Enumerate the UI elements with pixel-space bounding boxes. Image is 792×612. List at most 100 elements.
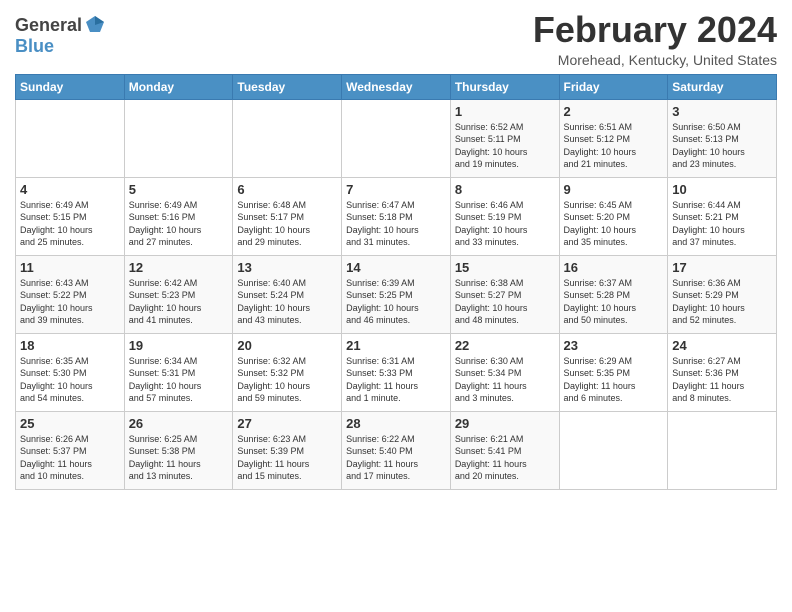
day-cell xyxy=(124,99,233,177)
day-info: Sunrise: 6:34 AM Sunset: 5:31 PM Dayligh… xyxy=(129,355,229,405)
day-cell: 9 Sunrise: 6:45 AM Sunset: 5:20 PM Daylig… xyxy=(559,177,668,255)
day-info: Sunrise: 6:36 AM Sunset: 5:29 PM Dayligh… xyxy=(672,277,772,327)
day-info: Sunrise: 6:49 AM Sunset: 5:16 PM Dayligh… xyxy=(129,199,229,249)
day-number: 5 xyxy=(129,182,229,197)
day-cell xyxy=(668,411,777,489)
logo: General Blue xyxy=(15,14,106,57)
day-info: Sunrise: 6:49 AM Sunset: 5:15 PM Dayligh… xyxy=(20,199,120,249)
day-cell: 19 Sunrise: 6:34 AM Sunset: 5:31 PM Dayli… xyxy=(124,333,233,411)
day-cell: 26 Sunrise: 6:25 AM Sunset: 5:38 PM Dayli… xyxy=(124,411,233,489)
logo-general: General xyxy=(15,15,82,36)
day-cell: 12 Sunrise: 6:42 AM Sunset: 5:23 PM Dayli… xyxy=(124,255,233,333)
calendar-header: SundayMondayTuesdayWednesdayThursdayFrid… xyxy=(16,74,777,99)
day-cell: 3Sunrise: 6:50 AM Sunset: 5:13 PM Daylig… xyxy=(668,99,777,177)
day-number: 7 xyxy=(346,182,446,197)
day-info: Sunrise: 6:39 AM Sunset: 5:25 PM Dayligh… xyxy=(346,277,446,327)
day-number: 10 xyxy=(672,182,772,197)
day-number: 6 xyxy=(237,182,337,197)
day-cell xyxy=(16,99,125,177)
day-cell xyxy=(233,99,342,177)
day-info: Sunrise: 6:27 AM Sunset: 5:36 PM Dayligh… xyxy=(672,355,772,405)
week-row-5: 25 Sunrise: 6:26 AM Sunset: 5:37 PM Dayli… xyxy=(16,411,777,489)
day-info: Sunrise: 6:45 AM Sunset: 5:20 PM Dayligh… xyxy=(564,199,664,249)
day-info: Sunrise: 6:35 AM Sunset: 5:30 PM Dayligh… xyxy=(20,355,120,405)
header-cell-sunday: Sunday xyxy=(16,74,125,99)
day-number: 18 xyxy=(20,338,120,353)
day-number: 21 xyxy=(346,338,446,353)
week-row-2: 4 Sunrise: 6:49 AM Sunset: 5:15 PM Daylig… xyxy=(16,177,777,255)
month-title: February 2024 xyxy=(533,10,777,50)
day-cell: 11Sunrise: 6:43 AM Sunset: 5:22 PM Dayli… xyxy=(16,255,125,333)
day-info: Sunrise: 6:21 AM Sunset: 5:41 PM Dayligh… xyxy=(455,433,555,483)
day-cell: 14 Sunrise: 6:39 AM Sunset: 5:25 PM Dayli… xyxy=(342,255,451,333)
day-number: 24 xyxy=(672,338,772,353)
day-cell: 21 Sunrise: 6:31 AM Sunset: 5:33 PM Dayli… xyxy=(342,333,451,411)
header-cell-monday: Monday xyxy=(124,74,233,99)
day-cell: 2 Sunrise: 6:51 AM Sunset: 5:12 PM Daylig… xyxy=(559,99,668,177)
day-number: 8 xyxy=(455,182,555,197)
day-cell: 1Sunrise: 6:52 AM Sunset: 5:11 PM Daylig… xyxy=(450,99,559,177)
header-cell-saturday: Saturday xyxy=(668,74,777,99)
title-block: February 2024 Morehead, Kentucky, United… xyxy=(533,10,777,68)
main-container: General Blue February 2024 Morehead, Ken… xyxy=(0,0,792,495)
day-number: 15 xyxy=(455,260,555,275)
day-cell: 8Sunrise: 6:46 AM Sunset: 5:19 PM Daylig… xyxy=(450,177,559,255)
week-row-3: 11Sunrise: 6:43 AM Sunset: 5:22 PM Dayli… xyxy=(16,255,777,333)
day-info: Sunrise: 6:44 AM Sunset: 5:21 PM Dayligh… xyxy=(672,199,772,249)
day-cell: 4 Sunrise: 6:49 AM Sunset: 5:15 PM Daylig… xyxy=(16,177,125,255)
day-info: Sunrise: 6:43 AM Sunset: 5:22 PM Dayligh… xyxy=(20,277,120,327)
day-number: 4 xyxy=(20,182,120,197)
day-info: Sunrise: 6:52 AM Sunset: 5:11 PM Dayligh… xyxy=(455,121,555,171)
day-number: 20 xyxy=(237,338,337,353)
day-info: Sunrise: 6:51 AM Sunset: 5:12 PM Dayligh… xyxy=(564,121,664,171)
day-cell: 10 Sunrise: 6:44 AM Sunset: 5:21 PM Dayli… xyxy=(668,177,777,255)
header-cell-wednesday: Wednesday xyxy=(342,74,451,99)
day-number: 19 xyxy=(129,338,229,353)
header-cell-thursday: Thursday xyxy=(450,74,559,99)
header: General Blue February 2024 Morehead, Ken… xyxy=(15,10,777,68)
day-number: 25 xyxy=(20,416,120,431)
day-number: 16 xyxy=(564,260,664,275)
day-info: Sunrise: 6:30 AM Sunset: 5:34 PM Dayligh… xyxy=(455,355,555,405)
logo-blue: Blue xyxy=(15,36,54,57)
day-cell: 18 Sunrise: 6:35 AM Sunset: 5:30 PM Dayli… xyxy=(16,333,125,411)
header-cell-tuesday: Tuesday xyxy=(233,74,342,99)
day-cell: 20Sunrise: 6:32 AM Sunset: 5:32 PM Dayli… xyxy=(233,333,342,411)
day-info: Sunrise: 6:25 AM Sunset: 5:38 PM Dayligh… xyxy=(129,433,229,483)
day-number: 26 xyxy=(129,416,229,431)
day-cell xyxy=(559,411,668,489)
day-number: 9 xyxy=(564,182,664,197)
week-row-1: 1Sunrise: 6:52 AM Sunset: 5:11 PM Daylig… xyxy=(16,99,777,177)
day-cell: 23Sunrise: 6:29 AM Sunset: 5:35 PM Dayli… xyxy=(559,333,668,411)
day-info: Sunrise: 6:38 AM Sunset: 5:27 PM Dayligh… xyxy=(455,277,555,327)
day-number: 3 xyxy=(672,104,772,119)
day-number: 17 xyxy=(672,260,772,275)
day-cell: 28Sunrise: 6:22 AM Sunset: 5:40 PM Dayli… xyxy=(342,411,451,489)
day-number: 14 xyxy=(346,260,446,275)
day-info: Sunrise: 6:48 AM Sunset: 5:17 PM Dayligh… xyxy=(237,199,337,249)
day-cell: 25 Sunrise: 6:26 AM Sunset: 5:37 PM Dayli… xyxy=(16,411,125,489)
header-row: SundayMondayTuesdayWednesdayThursdayFrid… xyxy=(16,74,777,99)
day-number: 12 xyxy=(129,260,229,275)
day-info: Sunrise: 6:29 AM Sunset: 5:35 PM Dayligh… xyxy=(564,355,664,405)
day-cell: 5 Sunrise: 6:49 AM Sunset: 5:16 PM Daylig… xyxy=(124,177,233,255)
day-number: 29 xyxy=(455,416,555,431)
day-info: Sunrise: 6:22 AM Sunset: 5:40 PM Dayligh… xyxy=(346,433,446,483)
day-info: Sunrise: 6:31 AM Sunset: 5:33 PM Dayligh… xyxy=(346,355,446,405)
day-number: 22 xyxy=(455,338,555,353)
day-cell: 27Sunrise: 6:23 AM Sunset: 5:39 PM Dayli… xyxy=(233,411,342,489)
day-info: Sunrise: 6:23 AM Sunset: 5:39 PM Dayligh… xyxy=(237,433,337,483)
day-cell xyxy=(342,99,451,177)
day-info: Sunrise: 6:37 AM Sunset: 5:28 PM Dayligh… xyxy=(564,277,664,327)
day-cell: 15 Sunrise: 6:38 AM Sunset: 5:27 PM Dayli… xyxy=(450,255,559,333)
day-cell: 17 Sunrise: 6:36 AM Sunset: 5:29 PM Dayli… xyxy=(668,255,777,333)
day-cell: 22 Sunrise: 6:30 AM Sunset: 5:34 PM Dayli… xyxy=(450,333,559,411)
day-info: Sunrise: 6:42 AM Sunset: 5:23 PM Dayligh… xyxy=(129,277,229,327)
day-cell: 7Sunrise: 6:47 AM Sunset: 5:18 PM Daylig… xyxy=(342,177,451,255)
day-number: 2 xyxy=(564,104,664,119)
day-info: Sunrise: 6:26 AM Sunset: 5:37 PM Dayligh… xyxy=(20,433,120,483)
day-info: Sunrise: 6:40 AM Sunset: 5:24 PM Dayligh… xyxy=(237,277,337,327)
week-row-4: 18 Sunrise: 6:35 AM Sunset: 5:30 PM Dayli… xyxy=(16,333,777,411)
header-cell-friday: Friday xyxy=(559,74,668,99)
day-cell: 24 Sunrise: 6:27 AM Sunset: 5:36 PM Dayli… xyxy=(668,333,777,411)
